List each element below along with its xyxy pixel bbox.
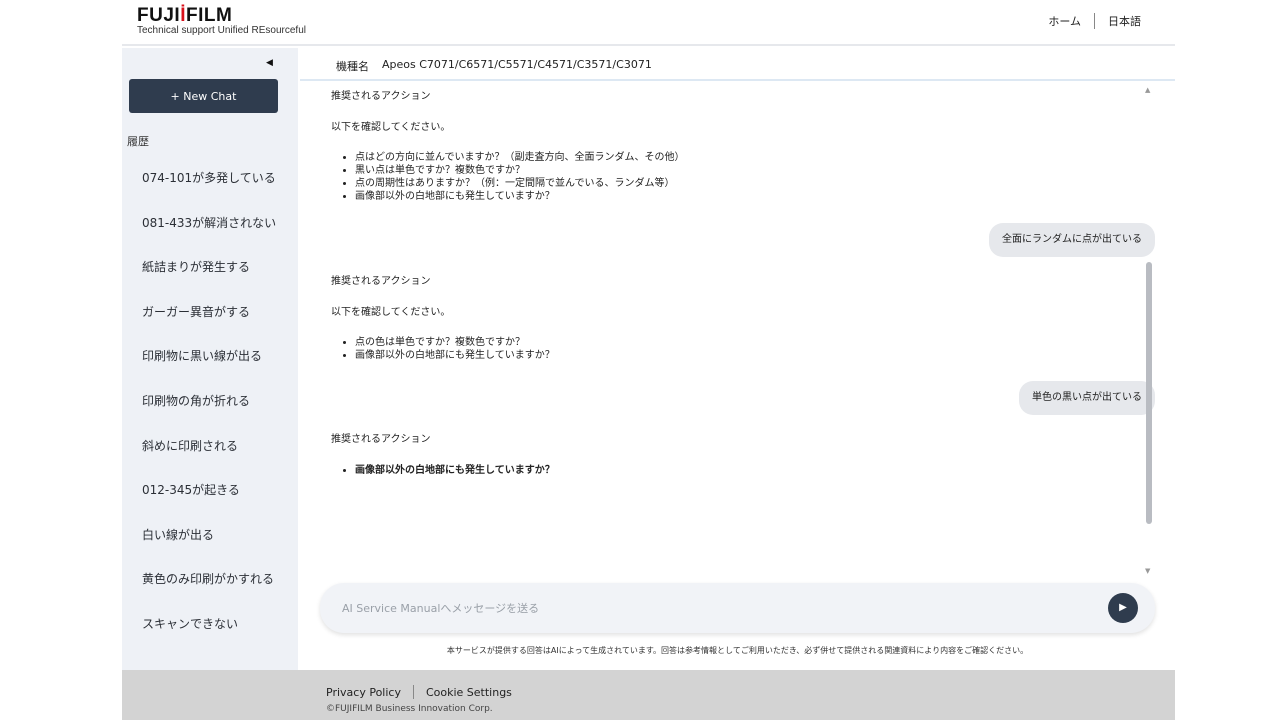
history-item[interactable]: 081-433が解消されない bbox=[122, 201, 298, 246]
history-item[interactable]: 白い線が出る bbox=[122, 513, 298, 558]
assistant-message: 推奨されるアクション 以下を確認してください。 点はどの方向に並んでいますか？（… bbox=[331, 90, 685, 203]
message-intro: 以下を確認してください。 bbox=[331, 122, 451, 133]
ai-disclaimer: 本サービスが提供する回答はAIによって生成されています。回答は参考情報としてご利… bbox=[446, 646, 1029, 655]
footer-divider bbox=[412, 685, 414, 699]
history-item[interactable]: 012-345が起きる bbox=[122, 468, 298, 513]
new-chat-button[interactable]: + New Chat bbox=[129, 79, 278, 113]
chat-area[interactable]: 推奨されるアクション 以下を確認してください。 点はどの方向に並んでいますか？（… bbox=[300, 84, 1155, 574]
list-item: 点の周期性はありますか？（例：一定間隔で並んでいる、ランダム等） bbox=[355, 177, 685, 190]
list-item: 画像部以外の白地部にも発生していますか？ bbox=[355, 349, 555, 362]
chat-scrollbar[interactable]: ▲ ▼ bbox=[1143, 86, 1153, 576]
action-list: 点の色は単色ですか？複数色ですか？ 画像部以外の白地部にも発生していますか？ bbox=[331, 336, 555, 362]
main-panel: 機種名 Apeos C7071/C6571/C5571/C4571/C3571/… bbox=[300, 48, 1175, 670]
privacy-policy-link[interactable]: Privacy Policy bbox=[326, 686, 401, 699]
list-item: 画像部以外の白地部にも発生していますか？ bbox=[355, 190, 685, 203]
history-item[interactable]: 印刷物に黒い線が出る bbox=[122, 334, 298, 379]
model-label: 機種名 bbox=[336, 60, 369, 73]
model-value: Apeos C7071/C6571/C5571/C4571/C3571/C307… bbox=[382, 58, 652, 71]
list-item: 画像部以外の白地部にも発生していますか？ bbox=[355, 464, 555, 477]
scroll-down-icon[interactable]: ▼ bbox=[1145, 567, 1150, 575]
footer-links: Privacy Policy Cookie Settings bbox=[326, 685, 512, 699]
history-item[interactable]: スキャンできない bbox=[122, 602, 298, 647]
nav-divider bbox=[1094, 13, 1095, 29]
header-nav: ホーム 日本語 bbox=[1048, 13, 1141, 29]
message-title: 推奨されるアクション bbox=[331, 434, 431, 445]
user-message: 単色の黒い点が出ている bbox=[1019, 381, 1155, 415]
footer: Privacy Policy Cookie Settings ©FUJIFILM… bbox=[122, 670, 1175, 720]
tagline: Technical support Unified REsourceful bbox=[137, 25, 306, 36]
message-intro: 以下を確認してください。 bbox=[331, 307, 451, 318]
message-title: 推奨されるアクション bbox=[331, 91, 431, 102]
app-frame: FUJIİFILM Technical support Unified REso… bbox=[122, 0, 1175, 720]
history-item[interactable]: 斜めに印刷される bbox=[122, 424, 298, 469]
list-item: 黒い点は単色ですか？複数色ですか？ bbox=[355, 164, 685, 177]
sidebar: ◀ + New Chat 履歴 074-101が多発している 081-433が解… bbox=[122, 48, 298, 670]
history-label: 履歴 bbox=[127, 135, 149, 148]
copyright: ©FUJIFILM Business Innovation Corp. bbox=[326, 704, 493, 714]
history-item[interactable]: 黄色のみ印刷がかすれる bbox=[122, 557, 298, 602]
action-list: 点はどの方向に並んでいますか？（副走査方向、全面ランダム、その他） 黒い点は単色… bbox=[331, 151, 685, 203]
action-list: 画像部以外の白地部にも発生していますか？ bbox=[331, 464, 555, 477]
home-link[interactable]: ホーム bbox=[1048, 13, 1081, 29]
language-selector[interactable]: 日本語 bbox=[1108, 13, 1141, 29]
message-composer: ▶ bbox=[320, 583, 1155, 633]
history-list: 074-101が多発している 081-433が解消されない 紙詰まりが発生する … bbox=[122, 156, 298, 647]
collapse-sidebar-icon[interactable]: ◀ bbox=[266, 58, 273, 68]
scroll-thumb[interactable] bbox=[1146, 262, 1152, 524]
message-title: 推奨されるアクション bbox=[331, 276, 431, 287]
assistant-message: 推奨されるアクション 画像部以外の白地部にも発生していますか？ bbox=[331, 433, 555, 477]
list-item: 点の色は単色ですか？複数色ですか？ bbox=[355, 336, 555, 349]
model-bar: 機種名 Apeos C7071/C6571/C5571/C4571/C3571/… bbox=[300, 48, 1175, 81]
send-button[interactable]: ▶ bbox=[1108, 593, 1138, 623]
header: FUJIİFILM Technical support Unified REso… bbox=[122, 0, 1175, 46]
fujifilm-logo[interactable]: FUJIİFILM bbox=[137, 5, 232, 27]
history-item[interactable]: ガーガー異音がする bbox=[122, 290, 298, 335]
message-input[interactable] bbox=[342, 597, 1082, 619]
history-item[interactable]: 紙詰まりが発生する bbox=[122, 245, 298, 290]
history-item[interactable]: 印刷物の角が折れる bbox=[122, 379, 298, 424]
list-item: 点はどの方向に並んでいますか？（副走査方向、全面ランダム、その他） bbox=[355, 151, 685, 164]
cookie-settings-link[interactable]: Cookie Settings bbox=[426, 686, 512, 699]
user-message: 全面にランダムに点が出ている bbox=[989, 223, 1155, 257]
assistant-message: 推奨されるアクション 以下を確認してください。 点の色は単色ですか？複数色ですか… bbox=[331, 275, 555, 362]
scroll-up-icon[interactable]: ▲ bbox=[1145, 86, 1150, 94]
history-item[interactable]: 074-101が多発している bbox=[122, 156, 298, 201]
